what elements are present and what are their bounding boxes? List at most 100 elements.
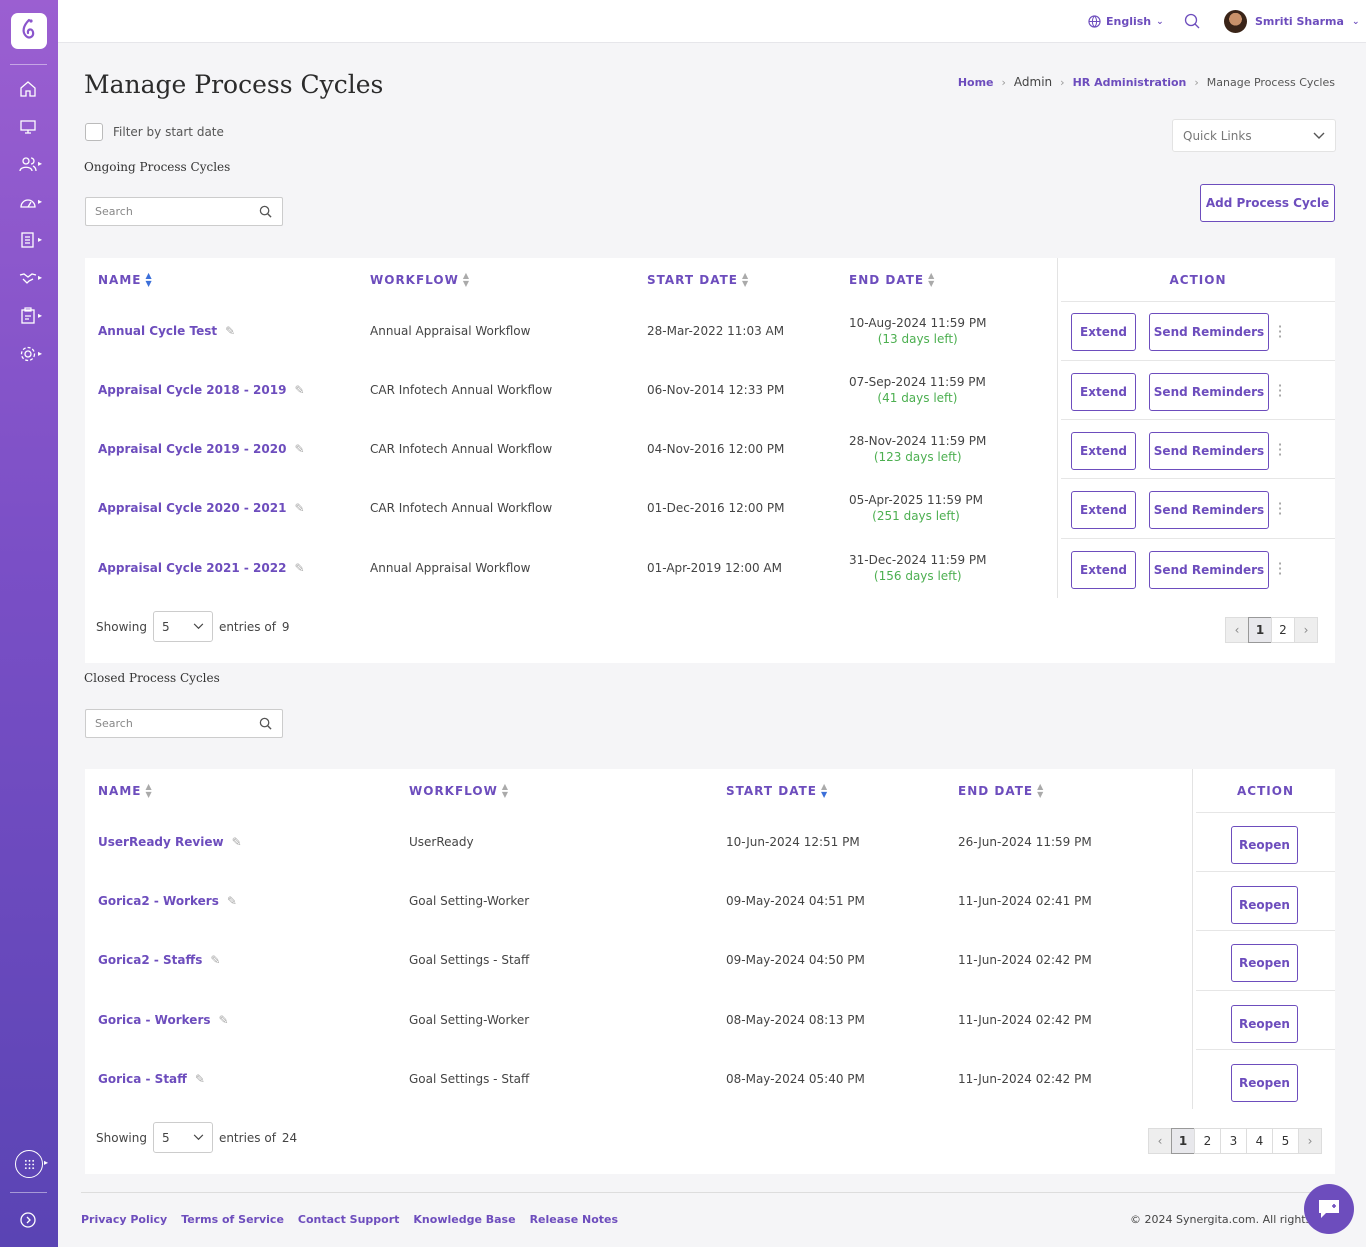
edit-pencil-icon[interactable]: ✎ bbox=[225, 324, 235, 338]
expand-sidebar-icon[interactable] bbox=[19, 1209, 41, 1231]
table-row: Gorica - Workers ✎ Goal Setting-Worker 08… bbox=[85, 990, 1192, 1049]
breadcrumb-home[interactable]: Home bbox=[958, 76, 994, 89]
col-name[interactable]: NAME ▲ ▼ bbox=[98, 769, 153, 812]
cycle-name-link[interactable]: Appraisal Cycle 2020 - 2021 ✎ bbox=[98, 478, 305, 537]
quick-links-label: Quick Links bbox=[1183, 128, 1252, 143]
send-reminders-button[interactable]: Send Reminders bbox=[1149, 491, 1269, 529]
page-button[interactable]: 5 bbox=[1272, 1128, 1299, 1154]
chevron-right-icon: ▸ bbox=[38, 197, 43, 206]
add-process-cycle-button[interactable]: Add Process Cycle bbox=[1200, 184, 1335, 222]
reopen-button[interactable]: Reopen bbox=[1231, 886, 1298, 924]
days-left: (251 days left) bbox=[872, 508, 960, 523]
page-button[interactable]: 3 bbox=[1220, 1128, 1247, 1154]
contact-support-link[interactable]: Contact Support bbox=[298, 1213, 400, 1226]
cycle-name-link[interactable]: Gorica - Workers ✎ bbox=[98, 990, 229, 1049]
edit-pencil-icon[interactable]: ✎ bbox=[227, 894, 237, 908]
edit-pencil-icon[interactable]: ✎ bbox=[195, 1072, 205, 1086]
send-reminders-button[interactable]: Send Reminders bbox=[1149, 432, 1269, 470]
edit-pencil-icon[interactable]: ✎ bbox=[294, 442, 304, 456]
more-options-icon[interactable]: · · · bbox=[1277, 437, 1283, 463]
workflow-cell: CAR Infotech Annual Workflow bbox=[370, 500, 553, 515]
cycle-name-link[interactable]: Appraisal Cycle 2018 - 2019 ✎ bbox=[98, 360, 305, 419]
days-left: (41 days left) bbox=[877, 390, 958, 405]
col-end-date[interactable]: END DATE ▲ ▼ bbox=[958, 769, 1044, 812]
edit-pencil-icon[interactable]: ✎ bbox=[294, 383, 304, 397]
send-reminders-button[interactable]: Send Reminders bbox=[1149, 373, 1269, 411]
filter-checkbox[interactable] bbox=[85, 123, 103, 141]
reopen-button[interactable]: Reopen bbox=[1231, 1064, 1298, 1102]
breadcrumb-hr-administration[interactable]: HR Administration bbox=[1073, 76, 1187, 89]
avatar bbox=[1224, 10, 1247, 33]
workflow-cell: Annual Appraisal Workflow bbox=[370, 323, 531, 338]
chat-button[interactable] bbox=[1304, 1184, 1354, 1234]
more-options-icon[interactable]: · · · bbox=[1277, 556, 1283, 582]
chevron-right-icon: ▸ bbox=[38, 273, 43, 282]
more-options-icon[interactable]: · · · bbox=[1277, 319, 1283, 345]
page-button[interactable]: 2 bbox=[1194, 1128, 1221, 1154]
extend-button[interactable]: Extend bbox=[1071, 313, 1136, 351]
cycle-name-link[interactable]: Annual Cycle Test ✎ bbox=[98, 301, 235, 360]
page-size-select[interactable]: 5 bbox=[152, 611, 213, 642]
col-action: ACTION bbox=[1169, 272, 1227, 287]
home-icon[interactable] bbox=[19, 78, 41, 100]
page-size-select[interactable]: 5 bbox=[152, 1122, 213, 1153]
footer-divider bbox=[81, 1192, 1336, 1193]
cycle-name-link[interactable]: Appraisal Cycle 2021 - 2022 ✎ bbox=[98, 538, 305, 597]
next-page-button[interactable]: › bbox=[1298, 1128, 1322, 1154]
next-page-button[interactable]: › bbox=[1294, 617, 1318, 643]
col-name[interactable]: NAME ▲ ▼ bbox=[98, 258, 153, 301]
cycle-name-link[interactable]: UserReady Review ✎ bbox=[98, 812, 242, 871]
send-reminders-button[interactable]: Send Reminders bbox=[1149, 551, 1269, 589]
chevron-right-icon: › bbox=[1194, 75, 1199, 89]
edit-pencil-icon[interactable]: ✎ bbox=[294, 561, 304, 575]
search-icon[interactable] bbox=[1184, 13, 1200, 33]
quick-links-select[interactable]: Quick Links bbox=[1172, 119, 1336, 152]
knowledge-base-link[interactable]: Knowledge Base bbox=[413, 1213, 515, 1226]
release-notes-link[interactable]: Release Notes bbox=[530, 1213, 618, 1226]
apps-grid-icon[interactable] bbox=[15, 1150, 43, 1178]
col-start-date[interactable]: START DATE ▲ ▼ bbox=[647, 258, 749, 301]
privacy-policy-link[interactable]: Privacy Policy bbox=[81, 1213, 167, 1226]
more-options-icon[interactable]: · · · bbox=[1277, 378, 1283, 404]
ongoing-search-input[interactable]: Search bbox=[85, 197, 283, 226]
prev-page-button[interactable]: ‹ bbox=[1148, 1128, 1172, 1154]
cycle-name-link[interactable]: Gorica - Staff ✎ bbox=[98, 1049, 205, 1108]
edit-pencil-icon[interactable]: ✎ bbox=[219, 1013, 229, 1027]
extend-button[interactable]: Extend bbox=[1071, 373, 1136, 411]
page-button[interactable]: 2 bbox=[1271, 617, 1295, 643]
cycle-name-link[interactable]: Gorica2 - Staffs ✎ bbox=[98, 930, 220, 989]
table-row: Gorica - Staff ✎ Goal Settings - Staff 08… bbox=[85, 1049, 1192, 1108]
extend-button[interactable]: Extend bbox=[1071, 491, 1136, 529]
extend-button[interactable]: Extend bbox=[1071, 432, 1136, 470]
monitor-icon[interactable] bbox=[19, 116, 41, 138]
table-row: Appraisal Cycle 2019 - 2020 ✎ CAR Infotec… bbox=[85, 419, 1057, 478]
end-date-cell: 31-Dec-2024 11:59 PM (156 days left) bbox=[849, 552, 987, 583]
extend-button[interactable]: Extend bbox=[1071, 551, 1136, 589]
col-end-date[interactable]: END DATE ▲ ▼ bbox=[849, 258, 935, 301]
terms-of-service-link[interactable]: Terms of Service bbox=[181, 1213, 284, 1226]
prev-page-button[interactable]: ‹ bbox=[1225, 617, 1249, 643]
cycle-name-link[interactable]: Appraisal Cycle 2019 - 2020 ✎ bbox=[98, 419, 305, 478]
cycle-name-link[interactable]: Gorica2 - Workers ✎ bbox=[98, 871, 237, 930]
edit-pencil-icon[interactable]: ✎ bbox=[232, 835, 242, 849]
reopen-button[interactable]: Reopen bbox=[1231, 1005, 1298, 1043]
send-reminders-button[interactable]: Send Reminders bbox=[1149, 313, 1269, 351]
user-menu[interactable]: Smriti Sharma ⌄ bbox=[1224, 10, 1359, 33]
more-options-icon[interactable]: · · · bbox=[1277, 496, 1283, 522]
app-logo[interactable] bbox=[11, 13, 47, 49]
reopen-button[interactable]: Reopen bbox=[1231, 944, 1298, 982]
col-workflow[interactable]: WORKFLOW ▲ ▼ bbox=[370, 258, 470, 301]
page-button[interactable]: 1 bbox=[1171, 1128, 1195, 1154]
edit-pencil-icon[interactable]: ✎ bbox=[294, 501, 304, 515]
action-row: Reopen bbox=[1196, 1049, 1335, 1108]
search-placeholder: Search bbox=[95, 205, 133, 218]
col-workflow[interactable]: WORKFLOW ▲ ▼ bbox=[409, 769, 509, 812]
closed-search-input[interactable]: Search bbox=[85, 709, 283, 738]
page-button[interactable]: 1 bbox=[1248, 617, 1272, 643]
page-button[interactable]: 4 bbox=[1246, 1128, 1273, 1154]
edit-pencil-icon[interactable]: ✎ bbox=[210, 953, 220, 967]
reopen-button[interactable]: Reopen bbox=[1231, 826, 1298, 864]
col-start-date[interactable]: START DATE ▲ ▼ bbox=[726, 769, 828, 812]
language-selector[interactable]: English ⌄ bbox=[1088, 15, 1164, 28]
ongoing-section-title: Ongoing Process Cycles bbox=[84, 160, 231, 174]
